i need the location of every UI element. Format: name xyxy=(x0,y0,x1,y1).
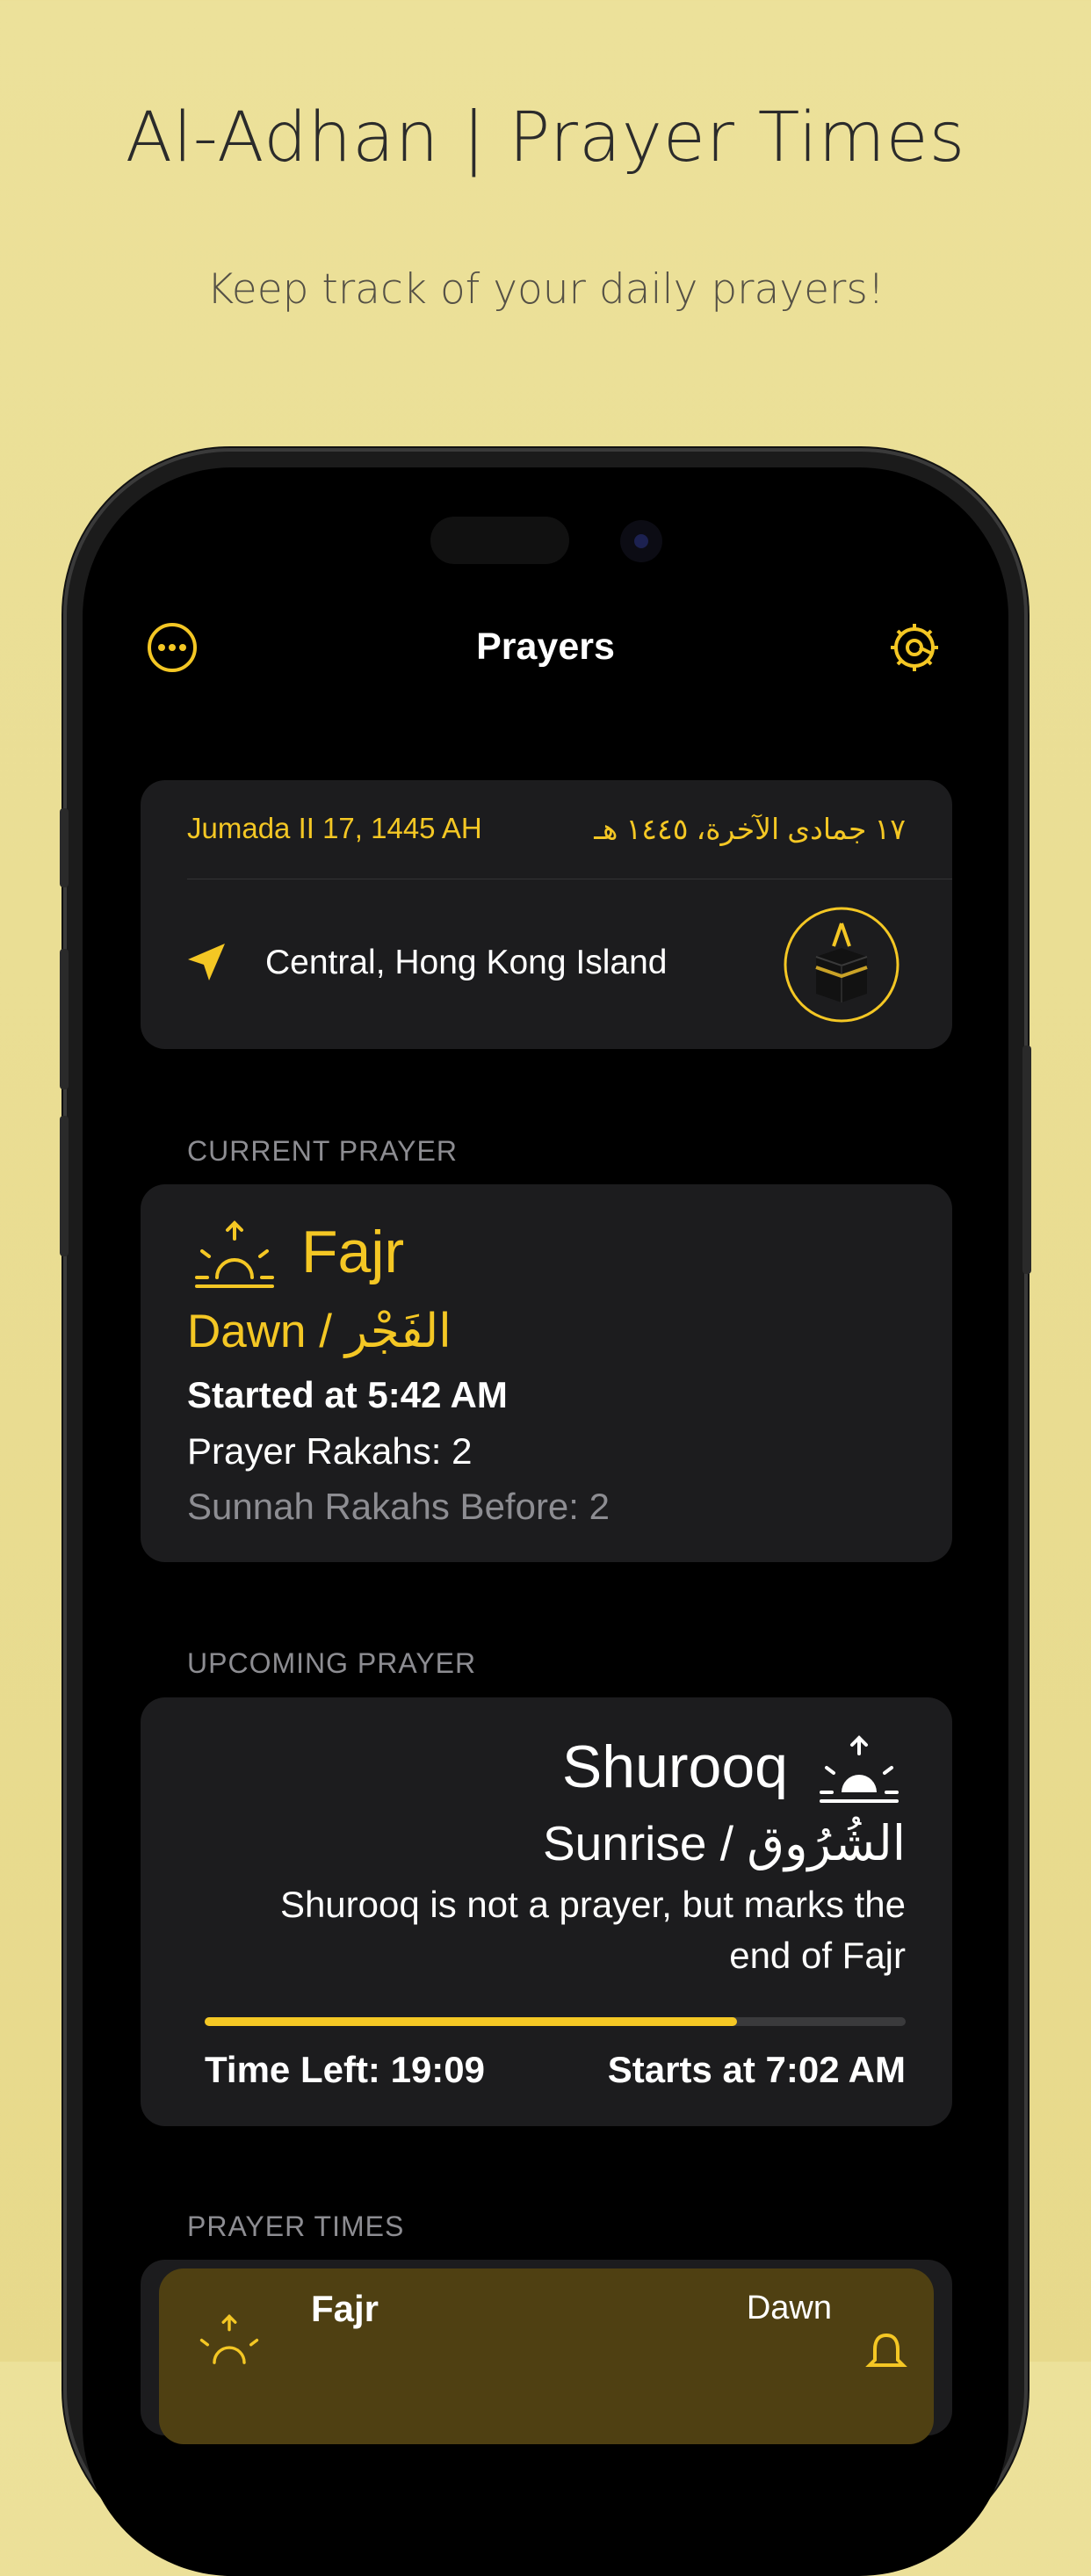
current-prayer-section-label: CURRENT PRAYER xyxy=(187,1135,458,1167)
current-prayer-start: Started at 5:42 AM xyxy=(187,1374,508,1415)
sunrise-icon xyxy=(194,2312,264,2378)
promo-subline: Keep track of your daily prayers! xyxy=(206,265,885,314)
bell-icon[interactable] xyxy=(864,2330,908,2378)
promo-headline: Al-Adhan | Prayer Times xyxy=(125,98,966,177)
phone-volume-up xyxy=(60,949,69,1089)
time-left-label: Time Left: 19:09 xyxy=(205,2049,485,2090)
hijri-date-arabic: ١٧ جمادى الآخرة، ١٤٤٥ هـ xyxy=(594,813,906,845)
upcoming-prayer-subtitle: Sunrise / الشُرُوق xyxy=(542,1816,906,1870)
prayer-times-row-meaning: Dawn xyxy=(746,2290,832,2326)
prayer-times-card: Fajr Dawn xyxy=(141,2260,952,2444)
prayer-times-row[interactable]: Fajr Dawn xyxy=(159,2268,934,2444)
sunrise-icon xyxy=(818,1734,900,1809)
upcoming-prayer-note-line1: Shurooq is not a prayer, but marks the xyxy=(279,1884,906,1925)
kaaba-compass-icon[interactable] xyxy=(783,906,900,1028)
current-prayer-rakahs: Prayer Rakahs: 2 xyxy=(187,1430,473,1472)
upcoming-start-label: Starts at 7:02 AM xyxy=(607,2049,906,2090)
phone-power-button xyxy=(1022,1046,1031,1274)
location-arrow-icon xyxy=(184,940,228,988)
hijri-date-english: Jumada II 17, 1445 AH xyxy=(187,812,482,844)
upcoming-prayer-card: Shurooq Sunrise / الشُرُوق Shurooq is no… xyxy=(141,1697,952,2126)
current-prayer-sunnah: Sunnah Rakahs Before: 2 xyxy=(187,1486,610,1527)
gear-icon[interactable] xyxy=(887,620,942,679)
prayer-times-row-name: Fajr xyxy=(311,2288,379,2329)
phone-volume-down xyxy=(60,1116,69,1256)
upcoming-prayer-name: Shurooq xyxy=(561,1733,788,1800)
phone-silent-switch xyxy=(60,808,69,887)
time-progress-track xyxy=(205,2017,906,2026)
dynamic-island xyxy=(430,517,569,564)
front-camera xyxy=(620,520,662,562)
current-prayer-card: Fajr Dawn / الفَجْر Started at 5:42 AM P… xyxy=(141,1184,952,1562)
upcoming-prayer-section-label: UPCOMING PRAYER xyxy=(187,1647,477,1679)
prayer-times-section-label: PRAYER TIMES xyxy=(187,2211,405,2242)
sunrise-icon xyxy=(193,1219,276,1294)
current-prayer-subtitle: Dawn / الفَجْر xyxy=(187,1306,452,1357)
upcoming-prayer-note-line2: end of Fajr xyxy=(729,1935,906,1976)
location-label[interactable]: Central, Hong Kong Island xyxy=(265,944,667,982)
current-prayer-name: Fajr xyxy=(301,1219,405,1285)
time-progress-fill xyxy=(205,2017,738,2026)
date-location-card: Jumada II 17, 1445 AH ١٧ جمادى الآخرة، ١… xyxy=(141,780,952,1049)
